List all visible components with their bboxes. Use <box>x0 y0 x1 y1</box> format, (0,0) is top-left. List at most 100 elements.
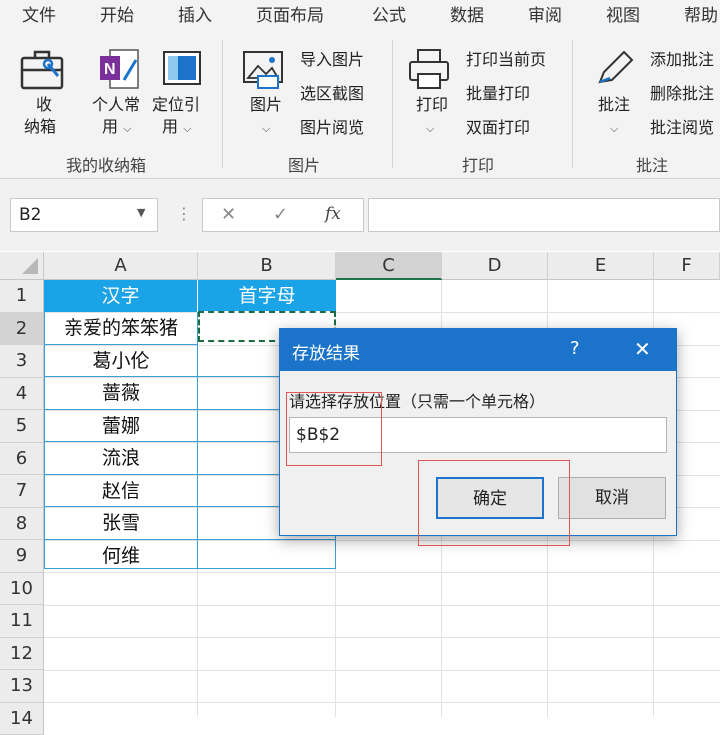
batch-print-button[interactable]: 批量打印 <box>466 80 530 104</box>
print-button[interactable]: 打印 ⌵ <box>406 46 460 150</box>
dialog-title-bar[interactable]: 存放结果 ? ✕ <box>280 329 676 371</box>
storage-box-label2: 纳箱 <box>24 116 56 138</box>
storage-box-button[interactable]: 收 纳箱 <box>18 46 74 150</box>
table-header-chinese[interactable]: 汉字 <box>44 280 198 312</box>
menu-page-layout[interactable]: 页面布局 <box>256 1 324 26</box>
table-cell-name[interactable]: 流浪 <box>44 442 198 475</box>
menu-formulas[interactable]: 公式 <box>372 1 406 26</box>
delete-comment-button[interactable]: 删除批注 <box>650 80 714 104</box>
chevron-down-icon: ⌵ <box>123 122 131 135</box>
row-header[interactable]: 2 <box>0 313 44 346</box>
menu-home[interactable]: 开始 <box>100 1 134 26</box>
grid-line <box>44 605 720 606</box>
row-header[interactable]: 8 <box>0 508 44 541</box>
row-header[interactable]: 14 <box>0 703 44 735</box>
table-cell-name[interactable]: 葛小伦 <box>44 345 198 377</box>
help-icon[interactable]: ? <box>570 338 580 359</box>
menu-help[interactable]: 帮助 <box>684 1 718 26</box>
table-header-initial[interactable]: 首字母 <box>198 280 336 312</box>
group-separator <box>392 40 393 168</box>
onenote-icon: N <box>96 46 144 92</box>
cancel-icon[interactable]: ✕ <box>221 204 236 225</box>
formula-input[interactable] <box>368 198 720 232</box>
comment-browse-button[interactable]: 批注阅览 <box>650 114 714 138</box>
locate-reference-button[interactable]: 定位引 用 ⌵ <box>152 46 212 150</box>
row-header[interactable]: 5 <box>0 410 44 443</box>
row-header[interactable]: 12 <box>0 638 44 671</box>
svg-text:N: N <box>104 61 116 78</box>
row-header[interactable]: 1 <box>0 280 44 313</box>
group-label-comment: 批注 <box>636 152 668 176</box>
table-cell-name[interactable]: 张雪 <box>44 507 198 540</box>
comment-label: 批注 <box>598 94 630 116</box>
picture-label: 图片 <box>250 94 282 116</box>
chevron-down-icon: ⌵ <box>610 118 618 140</box>
insert-function-icon[interactable]: fx <box>325 204 341 224</box>
grid-line <box>44 637 720 638</box>
toolbox-icon <box>18 46 66 92</box>
chevron-down-icon: ⌵ <box>183 122 191 135</box>
column-header-d[interactable]: D <box>442 252 548 280</box>
row-header[interactable]: 10 <box>0 573 44 606</box>
print-current-page-button[interactable]: 打印当前页 <box>466 46 546 70</box>
chevron-down-icon: ⌵ <box>262 118 270 140</box>
table-cell-name[interactable]: 亲爱的笨笨猪 <box>44 312 198 345</box>
select-all-triangle-icon <box>0 252 44 280</box>
menu-view[interactable]: 视图 <box>606 1 640 26</box>
column-header-c[interactable]: C <box>336 252 442 280</box>
row-header[interactable]: 11 <box>0 605 44 638</box>
column-header-b[interactable]: B <box>198 252 336 280</box>
column-header-e[interactable]: E <box>548 252 654 280</box>
column-header-a[interactable]: A <box>44 252 198 280</box>
row-header[interactable]: 9 <box>0 540 44 573</box>
picture-button[interactable]: 图片 ⌵ <box>240 46 294 150</box>
pen-comment-icon <box>590 46 638 92</box>
print-label: 打印 <box>416 94 448 116</box>
enter-icon[interactable]: ✓ <box>273 204 288 225</box>
menu-bar: 文件 开始 插入 页面布局 公式 数据 审阅 视图 帮助 <box>0 0 720 26</box>
personal-common-button[interactable]: N 个人常 用 ⌵ <box>90 46 150 150</box>
row-header[interactable]: 4 <box>0 378 44 411</box>
duplex-print-button[interactable]: 双面打印 <box>466 114 530 138</box>
cancel-button[interactable]: 取消 <box>558 477 666 519</box>
column-header-f[interactable]: F <box>654 252 720 280</box>
grid-line <box>44 702 720 703</box>
group-separator <box>222 40 223 168</box>
group-label-print: 打印 <box>462 152 494 176</box>
row-header[interactable]: 13 <box>0 670 44 703</box>
region-screenshot-button[interactable]: 选区截图 <box>300 80 364 104</box>
menu-file[interactable]: 文件 <box>22 1 56 26</box>
table-cell-name[interactable]: 蕾娜 <box>44 410 198 442</box>
table-cell-name[interactable]: 赵信 <box>44 475 198 507</box>
close-icon[interactable]: ✕ <box>634 337 651 361</box>
highlight-box-buttons <box>418 460 570 546</box>
menu-insert[interactable]: 插入 <box>178 1 212 26</box>
formula-buttons: ✕ ✓ fx <box>202 198 364 232</box>
import-picture-button[interactable]: 导入图片 <box>300 46 364 70</box>
comment-button[interactable]: 批注 ⌵ <box>590 46 644 150</box>
personal-common-label2: 用 ⌵ <box>102 116 131 140</box>
row-header[interactable]: 3 <box>0 345 44 378</box>
more-options-icon[interactable]: ⋮ <box>176 204 192 223</box>
picture-browse-button[interactable]: 图片阅览 <box>300 114 364 138</box>
row-header[interactable]: 7 <box>0 475 44 508</box>
ribbon: 收 纳箱 N 个人常 用 ⌵ 定位引 用 ⌵ 我的收纳箱 图片 ⌵ <box>0 26 720 179</box>
grid-line <box>44 670 720 671</box>
table-cell-initial[interactable] <box>198 540 336 569</box>
dropdown-arrow-icon[interactable]: ▼ <box>137 206 145 219</box>
group-label-storage: 我的收纳箱 <box>66 152 146 176</box>
name-box[interactable]: B2 ▼ <box>10 198 158 232</box>
add-comment-button[interactable]: 添加批注 <box>650 46 714 70</box>
storage-box-label1: 收 <box>36 94 52 116</box>
menu-data[interactable]: 数据 <box>450 1 484 26</box>
table-cell-name[interactable]: 蔷薇 <box>44 377 198 410</box>
dialog-title: 存放结果 <box>292 339 360 364</box>
select-all-corner[interactable] <box>0 252 44 280</box>
picture-icon <box>240 46 288 92</box>
highlight-box-input <box>286 392 382 466</box>
group-label-picture: 图片 <box>288 152 320 176</box>
table-cell-name[interactable]: 何维 <box>44 540 198 569</box>
grid-line <box>44 572 720 573</box>
menu-review[interactable]: 审阅 <box>528 1 562 26</box>
row-header[interactable]: 6 <box>0 443 44 476</box>
